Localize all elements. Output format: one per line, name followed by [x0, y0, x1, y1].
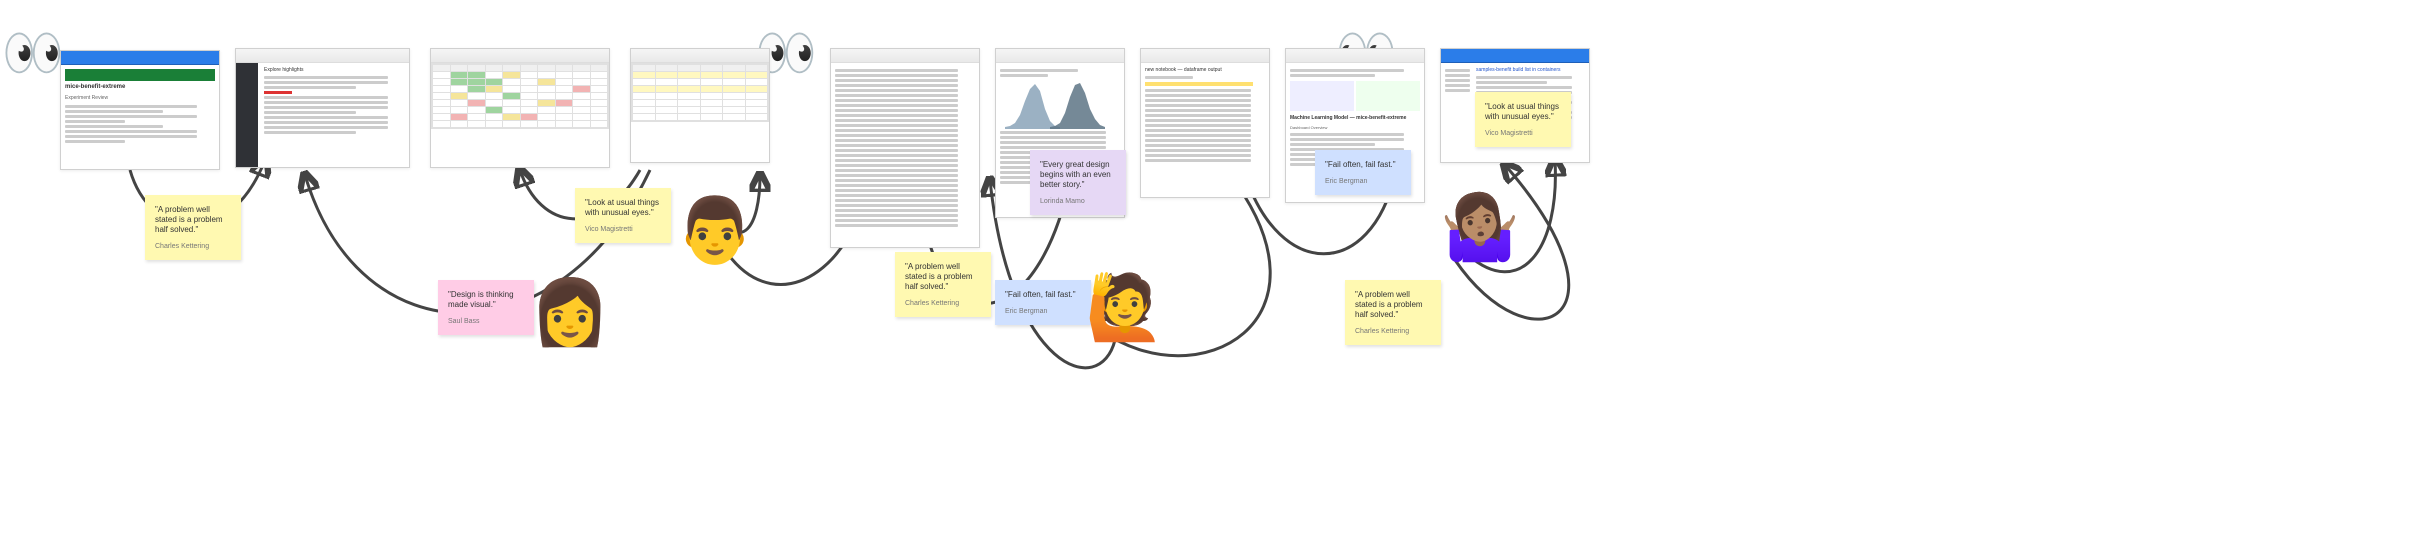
sticky-quote: "A problem well stated is a problem half… [155, 205, 231, 235]
sticky-author: Charles Kettering [155, 243, 231, 252]
sticky-author: Vico Magistretti [1485, 130, 1561, 139]
eyes-icon: 👀 [765, 28, 817, 78]
sticky-author: Charles Kettering [1355, 328, 1431, 337]
eyes-icon: 👀 [12, 28, 64, 78]
sticky-note: "Every great design begins with an even … [1030, 150, 1126, 215]
screenshot-ide: Explore highlights [235, 48, 410, 168]
sticky-author: Lorinda Mamo [1040, 198, 1116, 207]
sticky-quote: "Design is thinking made visual." [448, 290, 524, 310]
sticky-author: Saul Bass [448, 318, 524, 327]
sticky-note: "A problem well stated is a problem half… [895, 252, 991, 317]
screenshot-spreadsheet-highlight [630, 48, 770, 163]
screenshot-document: mice-benefit-extreme Experiment Review [60, 50, 220, 170]
persona-emoji: 👩 [530, 280, 610, 344]
sticky-author: Eric Bergman [1005, 308, 1081, 317]
sticky-author: Eric Bergman [1325, 178, 1401, 187]
density-chart [1000, 79, 1120, 129]
screenshot-data-list [830, 48, 980, 248]
sticky-note: "Look at usual things with unusual eyes.… [1475, 92, 1571, 147]
sticky-quote: "A problem well stated is a problem half… [1355, 290, 1431, 320]
sticky-quote: "Every great design begins with an even … [1040, 160, 1116, 190]
sticky-quote: "A problem well stated is a problem half… [905, 262, 981, 292]
screenshot-spreadsheet-colored [430, 48, 610, 168]
sticky-note: "Design is thinking made visual." Saul B… [438, 280, 534, 335]
persona-emoji: 🤷🏽‍♀️ [1440, 195, 1520, 259]
persona-emoji: 🙋 [1085, 275, 1165, 339]
sticky-quote: "Look at usual things with unusual eyes.… [585, 198, 661, 218]
sticky-note: "A problem well stated is a problem half… [1345, 280, 1441, 345]
sticky-note: "Fail often, fail fast." Eric Bergman [1315, 150, 1411, 195]
sticky-author: Charles Kettering [905, 300, 981, 309]
sticky-quote: "Fail often, fail fast." [1005, 290, 1081, 300]
sticky-quote: "Fail often, fail fast." [1325, 160, 1401, 170]
screenshot-notebook-df: new notebook — dataframe output [1140, 48, 1270, 198]
sticky-note: "Fail often, fail fast." Eric Bergman [995, 280, 1091, 325]
sticky-quote: "Look at usual things with unusual eyes.… [1485, 102, 1561, 122]
sticky-author: Vico Magistretti [585, 226, 661, 235]
sticky-note: "Look at usual things with unusual eyes.… [575, 188, 671, 243]
sticky-note: "A problem well stated is a problem half… [145, 195, 241, 260]
persona-emoji: 👨 [675, 198, 755, 262]
